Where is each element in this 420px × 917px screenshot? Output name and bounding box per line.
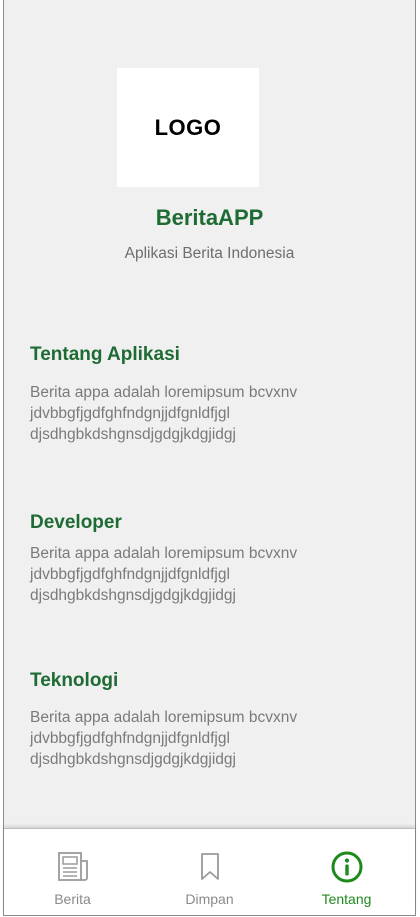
section-body-line: Berita appa adalah loremipsum bcvxnv [30,709,298,726]
nav-label-dimpan: Dimpan [185,891,234,907]
bottom-navigation: Berita Dimpan Tentang [4,828,415,915]
section-body-line: djsdhgbkdshgnsdjgdgjkdgjidgj [30,587,236,604]
nav-item-tentang[interactable]: Tentang [278,829,415,915]
app-name: BeritaAPP [155,205,264,230]
section-body-line: jdvbbgfjgdfghfndgnjjdfgnldfjgl [30,730,230,747]
info-icon [329,849,365,885]
section-title-developer: Developer [30,512,122,533]
section-title-tentang-aplikasi: Tentang Aplikasi [30,344,180,365]
section-body-developer: Berita appa adalah loremipsum bcvxnv jdv… [30,543,370,606]
section-body-line: djsdhgbkdshgnsdjgdgjkdgjidgj [30,426,236,443]
section-body-line: djsdhgbkdshgnsdjgdgjkdgjidgj [30,751,236,768]
nav-label-tentang: Tentang [321,891,372,907]
app-tagline: Aplikasi Berita Indonesia [124,245,295,262]
section-body-tentang-aplikasi: Berita appa adalah loremipsum bcvxnv jdv… [30,382,370,445]
logo-text: LOGO [154,114,222,140]
nav-label-berita: Berita [54,891,91,907]
nav-item-berita[interactable]: Berita [4,829,141,915]
section-body-line: jdvbbgfjgdfghfndgnjjdfgnldfjgl [30,405,230,422]
section-body-line: jdvbbgfjgdfghfndgnjjdfgnldfjgl [30,566,230,583]
nav-item-dimpan[interactable]: Dimpan [141,829,278,915]
app-screen: LOGO BeritaAPP Aplikasi Berita Indonesia… [3,0,416,916]
section-body-line: Berita appa adalah loremipsum bcvxnv [30,384,298,401]
newspaper-icon [55,849,91,885]
app-logo: LOGO [117,68,259,187]
section-title-teknologi: Teknologi [30,670,119,691]
section-body-line: Berita appa adalah loremipsum bcvxnv [30,545,298,562]
section-body-teknologi: Berita appa adalah loremipsum bcvxnv jdv… [30,707,370,770]
bookmark-icon [192,849,228,885]
